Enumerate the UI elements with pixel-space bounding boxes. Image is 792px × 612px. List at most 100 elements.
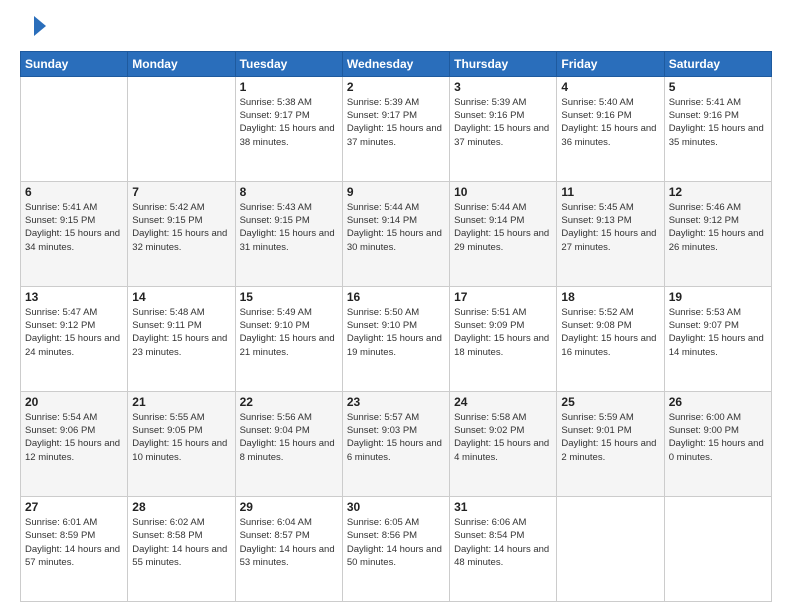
day-number: 3 [454, 80, 552, 94]
calendar-cell: 5 Sunrise: 5:41 AMSunset: 9:16 PMDaylight… [664, 76, 771, 181]
calendar-cell: 7 Sunrise: 5:42 AMSunset: 9:15 PMDaylight… [128, 181, 235, 286]
calendar-cell [128, 76, 235, 181]
calendar-cell: 4Sunrise: 5:40 AMSunset: 9:16 PMDaylight… [557, 76, 664, 181]
calendar-header-row: SundayMondayTuesdayWednesdayThursdayFrid… [21, 51, 772, 76]
day-info: Sunrise: 5:38 AMSunset: 9:17 PMDaylight:… [240, 96, 338, 149]
day-number: 7 [132, 185, 230, 199]
day-number: 11 [561, 185, 659, 199]
day-number: 10 [454, 185, 552, 199]
calendar-cell: 13 Sunrise: 5:47 AMSunset: 9:12 PMDayligh… [21, 286, 128, 391]
calendar-header-cell: Saturday [664, 51, 771, 76]
day-info: Sunrise: 5:45 AMSunset: 9:13 PMDaylight:… [561, 201, 659, 254]
day-info: Sunrise: 5:52 AMSunset: 9:08 PMDaylight:… [561, 306, 659, 359]
day-info: Sunrise: 6:01 AMSunset: 8:59 PMDaylight:… [25, 516, 123, 569]
day-info: Sunrise: 5:48 AMSunset: 9:11 PMDaylight:… [132, 306, 230, 359]
calendar-cell: 19Sunrise: 5:53 AMSunset: 9:07 PMDayligh… [664, 286, 771, 391]
calendar-cell: 6 Sunrise: 5:41 AMSunset: 9:15 PMDaylight… [21, 181, 128, 286]
calendar-week-row: 6 Sunrise: 5:41 AMSunset: 9:15 PMDaylight… [21, 181, 772, 286]
day-number: 21 [132, 395, 230, 409]
day-number: 14 [132, 290, 230, 304]
day-number: 8 [240, 185, 338, 199]
logo-text [20, 16, 46, 41]
day-number: 17 [454, 290, 552, 304]
day-info: Sunrise: 5:41 AMSunset: 9:16 PMDaylight:… [669, 96, 767, 149]
logo [20, 16, 46, 41]
calendar-week-row: 27Sunrise: 6:01 AMSunset: 8:59 PMDayligh… [21, 496, 772, 601]
day-number: 20 [25, 395, 123, 409]
calendar-cell: 30 Sunrise: 6:05 AMSunset: 8:56 PMDayligh… [342, 496, 449, 601]
calendar-cell: 21Sunrise: 5:55 AMSunset: 9:05 PMDayligh… [128, 391, 235, 496]
day-number: 16 [347, 290, 445, 304]
calendar-cell: 25Sunrise: 5:59 AMSunset: 9:01 PMDayligh… [557, 391, 664, 496]
calendar-cell: 3 Sunrise: 5:39 AMSunset: 9:16 PMDaylight… [450, 76, 557, 181]
day-number: 29 [240, 500, 338, 514]
calendar-cell: 18 Sunrise: 5:52 AMSunset: 9:08 PMDayligh… [557, 286, 664, 391]
day-number: 1 [240, 80, 338, 94]
calendar-cell: 24 Sunrise: 5:58 AMSunset: 9:02 PMDayligh… [450, 391, 557, 496]
day-number: 4 [561, 80, 659, 94]
calendar-cell: 11 Sunrise: 5:45 AMSunset: 9:13 PMDayligh… [557, 181, 664, 286]
calendar-cell: 14 Sunrise: 5:48 AMSunset: 9:11 PMDayligh… [128, 286, 235, 391]
day-number: 22 [240, 395, 338, 409]
day-number: 24 [454, 395, 552, 409]
day-info: Sunrise: 5:41 AMSunset: 9:15 PMDaylight:… [25, 201, 123, 254]
calendar-cell: 15 Sunrise: 5:49 AMSunset: 9:10 PMDayligh… [235, 286, 342, 391]
day-number: 26 [669, 395, 767, 409]
calendar-cell: 8 Sunrise: 5:43 AMSunset: 9:15 PMDaylight… [235, 181, 342, 286]
day-number: 18 [561, 290, 659, 304]
day-info: Sunrise: 6:05 AMSunset: 8:56 PMDaylight:… [347, 516, 445, 569]
calendar-cell: 9 Sunrise: 5:44 AMSunset: 9:14 PMDaylight… [342, 181, 449, 286]
calendar-header-cell: Sunday [21, 51, 128, 76]
day-number: 5 [669, 80, 767, 94]
day-info: Sunrise: 5:42 AMSunset: 9:15 PMDaylight:… [132, 201, 230, 254]
calendar-header-cell: Tuesday [235, 51, 342, 76]
day-info: Sunrise: 5:46 AMSunset: 9:12 PMDaylight:… [669, 201, 767, 254]
day-info: Sunrise: 6:00 AMSunset: 9:00 PMDaylight:… [669, 411, 767, 464]
calendar-week-row: 20 Sunrise: 5:54 AMSunset: 9:06 PMDayligh… [21, 391, 772, 496]
day-info: Sunrise: 5:56 AMSunset: 9:04 PMDaylight:… [240, 411, 338, 464]
day-info: Sunrise: 5:44 AMSunset: 9:14 PMDaylight:… [347, 201, 445, 254]
calendar-week-row: 13 Sunrise: 5:47 AMSunset: 9:12 PMDayligh… [21, 286, 772, 391]
day-info: Sunrise: 5:47 AMSunset: 9:12 PMDaylight:… [25, 306, 123, 359]
day-info: Sunrise: 5:51 AMSunset: 9:09 PMDaylight:… [454, 306, 552, 359]
day-info: Sunrise: 5:58 AMSunset: 9:02 PMDaylight:… [454, 411, 552, 464]
calendar-cell [21, 76, 128, 181]
calendar-cell: 1 Sunrise: 5:38 AMSunset: 9:17 PMDaylight… [235, 76, 342, 181]
calendar-cell: 16 Sunrise: 5:50 AMSunset: 9:10 PMDayligh… [342, 286, 449, 391]
day-info: Sunrise: 5:43 AMSunset: 9:15 PMDaylight:… [240, 201, 338, 254]
calendar-header-cell: Friday [557, 51, 664, 76]
calendar-cell: 12 Sunrise: 5:46 AMSunset: 9:12 PMDayligh… [664, 181, 771, 286]
day-info: Sunrise: 5:39 AMSunset: 9:16 PMDaylight:… [454, 96, 552, 149]
day-number: 23 [347, 395, 445, 409]
calendar-cell: 23Sunrise: 5:57 AMSunset: 9:03 PMDayligh… [342, 391, 449, 496]
day-number: 12 [669, 185, 767, 199]
day-number: 6 [25, 185, 123, 199]
calendar-table: SundayMondayTuesdayWednesdayThursdayFrid… [20, 51, 772, 602]
logo-icon [22, 16, 46, 36]
day-info: Sunrise: 5:50 AMSunset: 9:10 PMDaylight:… [347, 306, 445, 359]
calendar-cell [664, 496, 771, 601]
day-info: Sunrise: 5:39 AMSunset: 9:17 PMDaylight:… [347, 96, 445, 149]
calendar-header-cell: Monday [128, 51, 235, 76]
day-number: 19 [669, 290, 767, 304]
day-info: Sunrise: 5:44 AMSunset: 9:14 PMDaylight:… [454, 201, 552, 254]
day-info: Sunrise: 5:54 AMSunset: 9:06 PMDaylight:… [25, 411, 123, 464]
day-number: 15 [240, 290, 338, 304]
calendar-week-row: 1 Sunrise: 5:38 AMSunset: 9:17 PMDaylight… [21, 76, 772, 181]
page: SundayMondayTuesdayWednesdayThursdayFrid… [0, 0, 792, 612]
calendar-cell: 2 Sunrise: 5:39 AMSunset: 9:17 PMDaylight… [342, 76, 449, 181]
day-number: 30 [347, 500, 445, 514]
header [20, 16, 772, 41]
calendar-cell: 22 Sunrise: 5:56 AMSunset: 9:04 PMDayligh… [235, 391, 342, 496]
calendar-cell: 29 Sunrise: 6:04 AMSunset: 8:57 PMDayligh… [235, 496, 342, 601]
day-info: Sunrise: 6:06 AMSunset: 8:54 PMDaylight:… [454, 516, 552, 569]
day-info: Sunrise: 5:49 AMSunset: 9:10 PMDaylight:… [240, 306, 338, 359]
day-number: 13 [25, 290, 123, 304]
day-info: Sunrise: 6:04 AMSunset: 8:57 PMDaylight:… [240, 516, 338, 569]
day-number: 9 [347, 185, 445, 199]
calendar-cell [557, 496, 664, 601]
calendar-cell: 10 Sunrise: 5:44 AMSunset: 9:14 PMDayligh… [450, 181, 557, 286]
day-number: 2 [347, 80, 445, 94]
day-number: 28 [132, 500, 230, 514]
calendar-cell: 27Sunrise: 6:01 AMSunset: 8:59 PMDayligh… [21, 496, 128, 601]
